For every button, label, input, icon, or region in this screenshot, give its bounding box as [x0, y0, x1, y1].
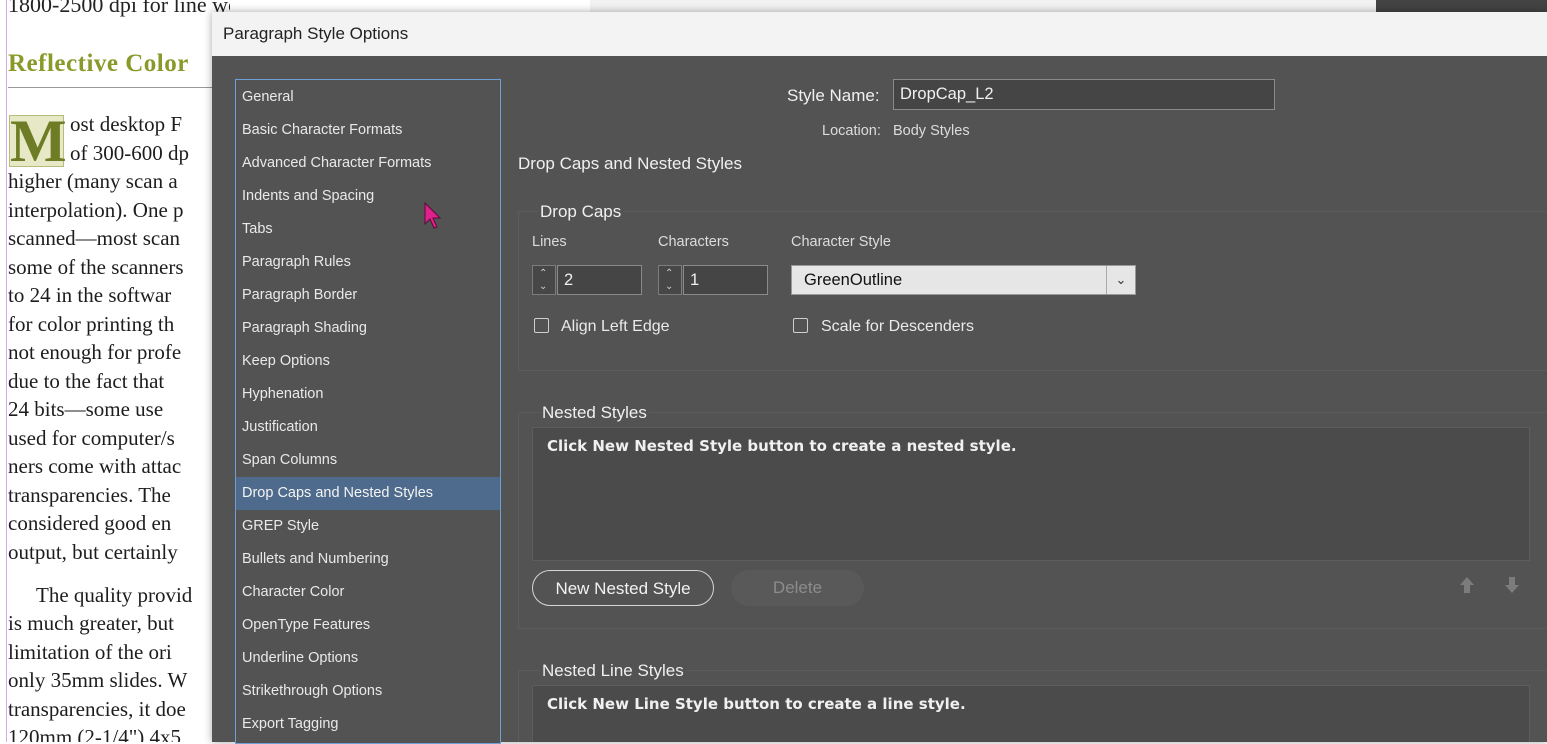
- category-item[interactable]: Character Color: [236, 576, 500, 609]
- document-text-line: interpolation). One p: [8, 198, 184, 222]
- document-text-line: The quality provid: [36, 583, 193, 607]
- document-text-line: transparencies. The: [8, 483, 171, 507]
- document-text-line: transparencies, it doe: [8, 697, 186, 721]
- mouse-cursor-icon: [424, 202, 442, 229]
- document-text-line: to 24 in the softwar: [8, 283, 172, 307]
- style-name-input[interactable]: DropCap_L2: [893, 79, 1275, 110]
- align-left-edge-label[interactable]: Align Left Edge: [561, 318, 670, 336]
- location-label: Location:: [822, 123, 881, 139]
- category-item[interactable]: GREP Style: [236, 510, 500, 543]
- category-item[interactable]: Justification: [236, 411, 500, 444]
- section-title: Drop Caps and Nested Styles: [518, 154, 742, 173]
- nested-line-styles-list[interactable]: Click New Line Style button to create a …: [532, 685, 1530, 742]
- document-page: 1800-2500 dpi for line work images (LW's…: [0, 0, 230, 742]
- lines-stepper[interactable]: ⌃ ⌄: [532, 265, 556, 295]
- category-item[interactable]: Paragraph Rules: [236, 246, 500, 279]
- document-text-line: limitation of the ori: [8, 640, 172, 664]
- category-item[interactable]: Strikethrough Options: [236, 675, 500, 708]
- document-text-line: 1800-2500 dpi for line work images (LW's…: [8, 0, 230, 17]
- characters-stepper[interactable]: ⌃ ⌄: [658, 265, 682, 295]
- category-item[interactable]: Paragraph Shading: [236, 312, 500, 345]
- document-text-line: is much greater, but: [8, 611, 174, 635]
- document-heading: Reflective Color: [8, 50, 189, 77]
- document-text-line: of 300-600 dp: [70, 141, 189, 165]
- chevron-down-icon[interactable]: ⌄: [1106, 266, 1135, 294]
- nested-styles-empty-message: Click New Nested Style button to create …: [547, 437, 1017, 455]
- document-text-line: for color printing th: [8, 312, 175, 336]
- characters-label: Characters: [658, 234, 729, 250]
- document-text-line: ners come with attac: [8, 454, 182, 478]
- category-item[interactable]: Basic Character Formats: [236, 114, 500, 147]
- align-left-edge-checkbox[interactable]: [534, 318, 549, 333]
- character-style-value: GreenOutline: [804, 271, 903, 289]
- heading-rule: [8, 87, 230, 88]
- nested-line-styles-title: Nested Line Styles: [540, 661, 686, 681]
- document-text-line: not enough for profe: [8, 340, 182, 364]
- category-item[interactable]: Bullets and Numbering: [236, 543, 500, 576]
- style-name-label: Style Name:: [787, 86, 880, 105]
- margin-guide: [6, 0, 7, 742]
- document-text-line: output, but certainly: [8, 540, 178, 564]
- category-item[interactable]: Export Tagging: [236, 708, 500, 741]
- document-text-line: some of the scanners: [8, 255, 184, 279]
- document-text-line: 24 bits—some use: [8, 397, 164, 421]
- category-item[interactable]: OpenType Features: [236, 609, 500, 642]
- dialog-title: Paragraph Style Options: [223, 24, 409, 43]
- delete-button[interactable]: Delete: [731, 570, 864, 606]
- move-down-icon[interactable]: [1503, 576, 1521, 594]
- dialog-titlebar[interactable]: Paragraph Style Options: [212, 12, 1547, 56]
- drop-caps-title: Drop Caps: [538, 202, 624, 222]
- nested-styles-title: Nested Styles: [540, 403, 649, 423]
- category-item[interactable]: Span Columns: [236, 444, 500, 477]
- location-value: Body Styles: [893, 123, 970, 139]
- document-text-line: only 35mm slides. W: [8, 668, 188, 692]
- character-style-dropdown[interactable]: GreenOutline ⌄: [791, 265, 1136, 295]
- category-item[interactable]: Drop Caps and Nested Styles: [236, 477, 500, 510]
- nested-styles-list[interactable]: Click New Nested Style button to create …: [532, 427, 1530, 561]
- lines-input[interactable]: 2: [557, 265, 642, 295]
- scale-descenders-label[interactable]: Scale for Descenders: [821, 318, 974, 336]
- category-item[interactable]: Keep Options: [236, 345, 500, 378]
- document-text-line: ost desktop F: [70, 112, 183, 136]
- paragraph-style-options-dialog: Paragraph Style Options General Basic Cha…: [212, 12, 1547, 744]
- document-text-line: higher (many scan a: [8, 169, 178, 193]
- category-item[interactable]: Tabs: [236, 213, 500, 246]
- category-item[interactable]: Hyphenation: [236, 378, 500, 411]
- scale-descenders-checkbox[interactable]: [793, 318, 808, 333]
- category-item[interactable]: Indents and Spacing: [236, 180, 500, 213]
- move-up-icon[interactable]: [1458, 576, 1476, 594]
- document-text-line: scanned—most scan: [8, 226, 181, 250]
- document-text-line: due to the fact that: [8, 369, 165, 393]
- character-style-label: Character Style: [791, 234, 891, 250]
- document-text-line: 120mm (2-1/4") 4x5: [8, 725, 182, 742]
- category-item[interactable]: General: [236, 81, 500, 114]
- nested-line-styles-empty-message: Click New Line Style button to create a …: [547, 695, 966, 713]
- category-item[interactable]: Paragraph Border: [236, 279, 500, 312]
- drop-cap-letter: M: [9, 108, 67, 174]
- category-item[interactable]: Underline Options: [236, 642, 500, 675]
- category-item[interactable]: Advanced Character Formats: [236, 147, 500, 180]
- lines-label: Lines: [532, 234, 567, 250]
- document-text-line: considered good en: [8, 511, 172, 535]
- document-text-line: used for computer/s: [8, 426, 175, 450]
- category-list[interactable]: General Basic Character Formats Advanced C…: [235, 79, 501, 744]
- new-nested-style-button[interactable]: New Nested Style: [532, 570, 714, 606]
- characters-input[interactable]: 1: [683, 265, 768, 295]
